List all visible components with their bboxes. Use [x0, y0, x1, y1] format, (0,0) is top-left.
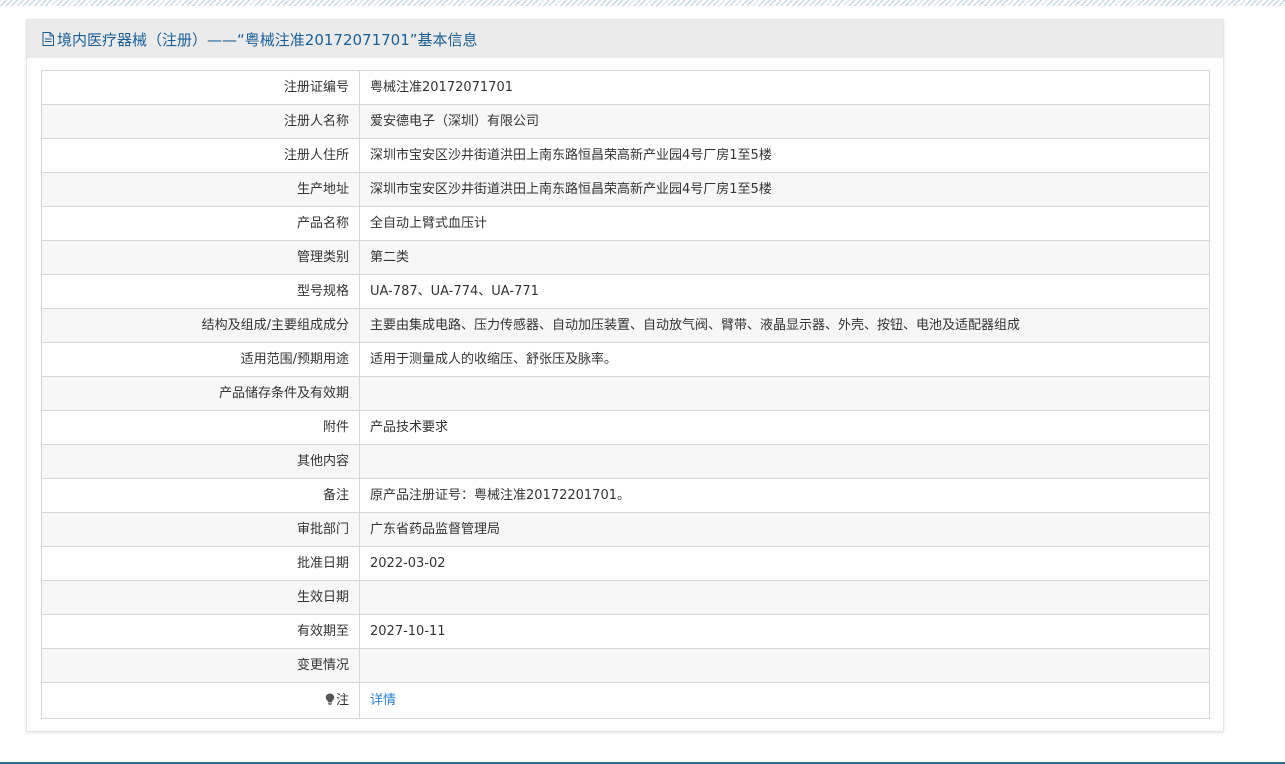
- table-row: 产品名称 全自动上臂式血压计: [41, 206, 1210, 241]
- table-row: 附件 产品技术要求: [41, 410, 1210, 445]
- field-label: 备注: [41, 478, 360, 513]
- table-row: 注册证编号 粤械注准20172071701: [41, 70, 1210, 105]
- note-label: 注: [335, 692, 349, 708]
- panel-title: 境内医疗器械（注册）——“粤械注准20172071701”基本信息: [57, 30, 478, 49]
- field-label: 型号规格: [41, 274, 360, 309]
- field-value: 深圳市宝安区沙井街道洪田上南东路恒昌荣高新产业园4号厂房1至5楼: [359, 172, 1210, 207]
- field-value: [359, 648, 1210, 683]
- table-row: 管理类别 第二类: [41, 240, 1210, 275]
- lightbulb-icon: [325, 693, 335, 705]
- table-row-note: 注详情: [41, 682, 1210, 719]
- table-row: 适用范围/预期用途 适用于测量成人的收缩压、舒张压及脉率。: [41, 342, 1210, 377]
- field-value: 粤械注准20172071701: [359, 70, 1210, 105]
- field-value: 2027-10-11: [359, 614, 1210, 649]
- field-label: 生效日期: [41, 580, 360, 615]
- field-value: UA-787、UA-774、UA-771: [359, 274, 1210, 309]
- table-row: 变更情况: [41, 648, 1210, 683]
- field-label: 结构及组成/主要组成成分: [41, 308, 360, 343]
- field-label: 生产地址: [41, 172, 360, 207]
- field-value: 主要由集成电路、压力传感器、自动加压装置、自动放气阀、臂带、液晶显示器、外壳、按…: [359, 308, 1210, 343]
- field-label: 适用范围/预期用途: [41, 342, 360, 377]
- field-label: 批准日期: [41, 546, 360, 581]
- field-value: 适用于测量成人的收缩压、舒张压及脉率。: [359, 342, 1210, 377]
- table-row: 生效日期: [41, 580, 1210, 615]
- panel-header: 境内医疗器械（注册）——“粤械注准20172071701”基本信息: [27, 20, 1223, 58]
- table-row: 注册人住所 深圳市宝安区沙井街道洪田上南东路恒昌荣高新产业园4号厂房1至5楼: [41, 138, 1210, 173]
- field-label: 审批部门: [41, 512, 360, 547]
- field-label: 附件: [41, 410, 360, 445]
- field-value: 全自动上臂式血压计: [359, 206, 1210, 241]
- field-value: 产品技术要求: [359, 410, 1210, 445]
- details-link[interactable]: 详情: [359, 682, 1210, 719]
- field-value: 广东省药品监督管理局: [359, 512, 1210, 547]
- document-icon: [42, 32, 54, 46]
- field-value: [359, 580, 1210, 615]
- field-value: 第二类: [359, 240, 1210, 275]
- table-row: 审批部门 广东省药品监督管理局: [41, 512, 1210, 547]
- table-row: 型号规格 UA-787、UA-774、UA-771: [41, 274, 1210, 309]
- registration-info-table: 注册证编号 粤械注准20172071701 注册人名称 爱安德电子（深圳）有限公司 注册…: [41, 70, 1210, 719]
- field-label: 注册人名称: [41, 104, 360, 139]
- field-label: 其他内容: [41, 444, 360, 479]
- basic-info-panel: 境内医疗器械（注册）——“粤械注准20172071701”基本信息 注册证编号粤…: [26, 19, 1224, 732]
- field-label: 有效期至: [41, 614, 360, 649]
- field-label: 产品储存条件及有效期: [41, 376, 360, 411]
- field-label: 注册人住所: [41, 138, 360, 173]
- table-row: 批准日期 2022-03-02: [41, 546, 1210, 581]
- field-value: [359, 376, 1210, 411]
- field-value: 2022-03-02: [359, 546, 1210, 581]
- table-row: 产品储存条件及有效期: [41, 376, 1210, 411]
- table-row: 有效期至 2027-10-11: [41, 614, 1210, 649]
- table-row: 生产地址 深圳市宝安区沙井街道洪田上南东路恒昌荣高新产业园4号厂房1至5楼: [41, 172, 1210, 207]
- field-label: 变更情况: [41, 648, 360, 683]
- field-value: 原产品注册证号：粤械注准20172201701。: [359, 478, 1210, 513]
- field-label: 产品名称: [41, 206, 360, 241]
- field-label: 管理类别: [41, 240, 360, 275]
- field-value: [359, 444, 1210, 479]
- field-value: 爱安德电子（深圳）有限公司: [359, 104, 1210, 139]
- table-row: 注册人名称 爱安德电子（深圳）有限公司: [41, 104, 1210, 139]
- top-decorative-stripe: [0, 0, 1285, 6]
- table-row: 其他内容: [41, 444, 1210, 479]
- table-row: 备注 原产品注册证号：粤械注准20172201701。: [41, 478, 1210, 513]
- note-label-cell: 注: [41, 682, 360, 719]
- field-label: 注册证编号: [41, 70, 360, 105]
- field-value: 深圳市宝安区沙井街道洪田上南东路恒昌荣高新产业园4号厂房1至5楼: [359, 138, 1210, 173]
- table-row: 结构及组成/主要组成成分 主要由集成电路、压力传感器、自动加压装置、自动放气阀、臂…: [41, 308, 1210, 343]
